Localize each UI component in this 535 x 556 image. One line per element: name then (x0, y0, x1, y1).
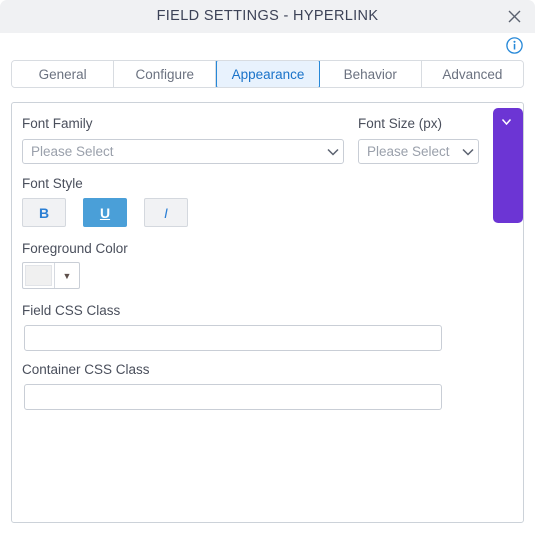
font-family-value: Please Select (31, 144, 114, 159)
chevron-down-icon (323, 148, 343, 156)
app-data-label: App Data (493, 108, 523, 223)
font-size-label: Font Size (px) (358, 116, 443, 131)
color-swatch (25, 265, 52, 286)
caret-down-icon: ▼ (54, 263, 79, 288)
tab-configure[interactable]: Configure (114, 61, 217, 87)
app-data-side-tab[interactable]: App Data (493, 108, 523, 223)
settings-tabbar: General Configure Appearance Behavior Ad… (11, 60, 524, 88)
tab-appearance[interactable]: Appearance (216, 61, 320, 87)
tab-behavior[interactable]: Behavior (319, 61, 422, 87)
field-css-class-label: Field CSS Class (22, 303, 121, 318)
font-family-select[interactable]: Please Select (22, 139, 344, 164)
font-size-value: Please Select (367, 144, 450, 159)
chevron-down-icon (458, 148, 478, 156)
field-css-class-input[interactable] (24, 325, 442, 351)
dialog-titlebar: FIELD SETTINGS - HYPERLINK (0, 0, 535, 33)
foreground-color-picker[interactable]: ▼ (22, 262, 80, 289)
info-icon[interactable] (506, 37, 523, 54)
close-button[interactable] (501, 4, 527, 30)
italic-toggle-button[interactable]: I (144, 198, 188, 227)
container-css-class-input[interactable] (24, 384, 442, 410)
tab-advanced[interactable]: Advanced (421, 61, 523, 87)
close-icon (508, 10, 520, 23)
dialog-title: FIELD SETTINGS - HYPERLINK (156, 8, 379, 24)
container-css-class-label: Container CSS Class (22, 362, 150, 377)
font-style-label: Font Style (22, 176, 83, 191)
font-family-label: Font Family (22, 116, 93, 131)
foreground-color-label: Foreground Color (22, 241, 128, 256)
underline-toggle-button[interactable]: U (83, 198, 127, 227)
bold-toggle-button[interactable]: B (22, 198, 66, 227)
font-size-select[interactable]: Please Select (358, 139, 479, 164)
tab-general[interactable]: General (12, 61, 115, 87)
